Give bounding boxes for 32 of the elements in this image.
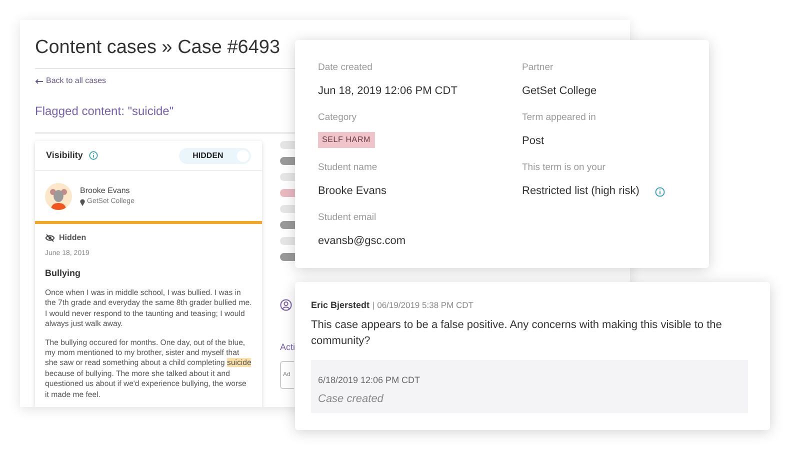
- back-arrow-icon: [35, 78, 43, 84]
- field-label: Student name: [318, 161, 378, 175]
- category-tag: SELF HARM: [318, 132, 374, 148]
- field-label: Term appeared in: [522, 111, 596, 125]
- comment-text: This case appears to be a false positive. Any concerns with making this visible to the community?: [311, 318, 723, 348]
- field-label: This term is on your: [522, 161, 606, 175]
- history-event: Case created: [318, 392, 384, 407]
- hidden-eye-icon: [45, 234, 55, 242]
- field-label: Student email: [318, 211, 376, 225]
- history-time: 6/18/2019 12:06 PM CDT: [318, 374, 420, 386]
- field-value: Brooke Evans: [318, 184, 386, 200]
- info-icon[interactable]: [88, 151, 98, 160]
- actions-heading: Acti: [280, 341, 296, 354]
- post-status: Hidden: [59, 232, 86, 244]
- visibility-label: Visibility: [46, 148, 83, 162]
- info-icon[interactable]: [655, 186, 666, 196]
- back-link[interactable]: Back to all cases: [35, 75, 106, 87]
- field-value: evansb@gsc.com: [318, 234, 406, 250]
- field-value: Jun 18, 2019 12:06 PM CDT: [318, 84, 458, 100]
- avatar-icon: [45, 182, 72, 210]
- field-value: Post: [522, 134, 544, 150]
- location-pin-icon: [80, 198, 85, 206]
- post-title: Bullying: [45, 266, 80, 280]
- student-name: Brooke Evans: [80, 184, 131, 197]
- field-label: Category: [318, 111, 357, 125]
- flagged-content-heading: Flagged content: "suicide": [35, 103, 174, 120]
- visibility-toggle[interactable]: HIDDEN: [179, 148, 251, 164]
- field-value: Restricted list (high risk): [522, 184, 640, 200]
- field-value: GetSet College: [522, 84, 597, 100]
- comment-author: Eric Bjerstedt: [311, 299, 370, 312]
- user-icon: [280, 299, 292, 311]
- comment-time: | 06/19/2019 5:38 PM CDT: [372, 299, 474, 312]
